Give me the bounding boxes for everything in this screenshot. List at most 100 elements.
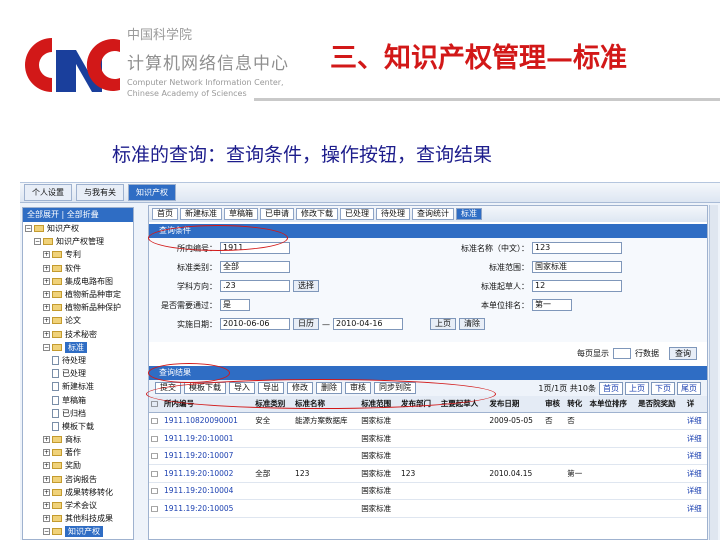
row-link[interactable]: 1911.19:20:10007 <box>161 447 254 465</box>
expand-plus-icon[interactable]: + <box>43 317 50 325</box>
toolbar-button[interactable]: 查询统计 <box>412 208 454 220</box>
pager-button[interactable]: 下页 <box>651 381 675 395</box>
tree-node[interactable]: 新建标准 <box>23 380 133 393</box>
tree-node[interactable]: + 专利 <box>23 248 133 261</box>
unit-rank-select[interactable]: 第一 <box>532 299 572 311</box>
rank-select[interactable]: 是 <box>220 299 250 311</box>
pager-button[interactable]: 上页 <box>625 381 649 395</box>
tree-node[interactable]: + 著作 <box>23 446 133 459</box>
tree-node-label: 著作 <box>65 448 81 458</box>
pager-button[interactable]: 首页 <box>599 381 623 395</box>
expand-plus-icon[interactable]: + <box>43 330 50 338</box>
row-checkbox[interactable]: □ <box>149 499 162 518</box>
tab-ip[interactable]: 知识产权 <box>128 184 176 201</box>
toolbar-button[interactable]: 修改下载 <box>296 208 338 220</box>
collapse-minus-icon[interactable]: − <box>43 343 50 351</box>
row-link[interactable]: 1911.10820090001 <box>161 412 254 430</box>
std-type-select[interactable]: 全部 <box>220 261 290 273</box>
expand-plus-icon[interactable]: + <box>43 436 50 444</box>
tree-node-label: 模板下载 <box>62 421 94 431</box>
clear-button[interactable]: 清除 <box>459 318 485 330</box>
query-go-button[interactable]: 查询 <box>669 346 697 360</box>
tree-node[interactable]: 待处理 <box>23 354 133 367</box>
row-checkbox[interactable]: □ <box>149 464 162 483</box>
impl-date-from[interactable]: 2010-06-06 <box>220 318 290 330</box>
tree-node[interactable]: 已归档 <box>23 407 133 420</box>
row-link[interactable]: 详细 <box>684 499 707 518</box>
toolbar-button[interactable]: 标准 <box>456 208 482 220</box>
tree-node[interactable]: + 咨询报告 <box>23 473 133 486</box>
tree-node[interactable]: + 论文 <box>23 314 133 327</box>
tree-node[interactable]: − 标准 <box>23 341 133 354</box>
tree-node[interactable]: + 商标 <box>23 433 133 446</box>
toolbar-button[interactable]: 新建标准 <box>180 208 222 220</box>
tree-node[interactable]: − 知识产权 <box>23 525 133 538</box>
toolbar-button[interactable]: 首页 <box>152 208 178 220</box>
expand-plus-icon[interactable]: + <box>43 515 50 523</box>
row-link[interactable]: 详细 <box>684 429 707 448</box>
tree-node[interactable]: − 知识产权 <box>23 222 133 235</box>
expand-plus-icon[interactable]: + <box>43 291 50 299</box>
row-link[interactable]: 1911.19:20:10001 <box>161 429 254 448</box>
std-scope-select[interactable]: 国家标准 <box>532 261 622 273</box>
tree-node[interactable]: + 奖励 <box>23 459 133 472</box>
expand-plus-icon[interactable]: + <box>43 277 50 285</box>
toolbar-button[interactable]: 草稿箱 <box>224 208 258 220</box>
toolbar-button[interactable]: 待处理 <box>376 208 410 220</box>
collapse-minus-icon[interactable]: − <box>34 238 41 246</box>
calendar-from-button[interactable]: 日历 <box>293 318 319 330</box>
tree-node[interactable]: − 知识产权管理 <box>23 235 133 248</box>
tab-personal-settings[interactable]: 个人设置 <box>24 184 72 201</box>
row-link[interactable]: 1911.19:20:10005 <box>161 499 254 518</box>
expand-plus-icon[interactable]: + <box>43 488 50 496</box>
row-link[interactable]: 详细 <box>684 464 707 483</box>
tree-node[interactable]: + 集成电路布图 <box>23 275 133 288</box>
row-link[interactable]: 1911.19:20:10004 <box>161 482 254 500</box>
row-checkbox[interactable]: □ <box>149 412 162 430</box>
tree-node[interactable]: 已处理 <box>23 367 133 380</box>
row-checkbox[interactable]: □ <box>149 447 162 465</box>
expand-plus-icon[interactable]: + <box>43 502 50 510</box>
tree-node[interactable]: 草稿箱 <box>23 393 133 406</box>
prev-query-button[interactable]: 上页 <box>430 318 456 330</box>
tree-node[interactable]: + 软件 <box>23 262 133 275</box>
expand-plus-icon[interactable]: + <box>43 449 50 457</box>
expand-plus-icon[interactable]: + <box>43 304 50 312</box>
vertical-scrollbar[interactable] <box>709 205 718 540</box>
row-link[interactable]: 1911.19:20:10002 <box>161 464 254 483</box>
row-link[interactable]: 详细 <box>684 447 707 465</box>
tree-node[interactable]: + 成果转移转化 <box>23 486 133 499</box>
tree-node[interactable]: + 技术秘密 <box>23 328 133 341</box>
discipline-input[interactable]: .23 <box>220 280 290 292</box>
tree-node[interactable]: + 植物新品种审定 <box>23 288 133 301</box>
expand-plus-icon[interactable]: + <box>43 475 50 483</box>
std-name-input[interactable]: 123 <box>532 242 622 254</box>
cnic-logo <box>25 38 120 92</box>
tree-node[interactable]: 模板下载 <box>23 420 133 433</box>
tab-related-to-me[interactable]: 与我有关 <box>76 184 124 201</box>
table-cell <box>565 499 588 518</box>
expand-plus-icon[interactable]: + <box>43 251 50 259</box>
collapse-minus-icon[interactable]: − <box>25 225 32 233</box>
row-link[interactable]: 详细 <box>684 412 707 430</box>
row-checkbox[interactable]: □ <box>149 429 162 448</box>
expand-plus-icon[interactable]: + <box>43 462 50 470</box>
row-link[interactable]: 详细 <box>684 482 707 500</box>
tree-node[interactable]: + 学术会议 <box>23 499 133 512</box>
tree-node-label: 奖励 <box>65 461 81 471</box>
drafter-input[interactable]: 12 <box>532 280 622 292</box>
pager-button[interactable]: 尾页 <box>677 381 701 395</box>
toolbar-button[interactable]: 已处理 <box>340 208 374 220</box>
row-checkbox[interactable]: □ <box>149 482 162 500</box>
tree-expand-collapse[interactable]: 全部展开 | 全部折叠 <box>23 208 133 222</box>
tree-node[interactable]: + 植物新品种保护 <box>23 301 133 314</box>
folder-icon <box>34 225 44 233</box>
impl-date-to[interactable]: 2010-04-16 <box>333 318 403 330</box>
tree-node[interactable]: + 其他科技成果 <box>23 512 133 525</box>
per-page-input[interactable] <box>613 347 631 359</box>
expand-plus-icon[interactable]: + <box>43 264 50 272</box>
collapse-minus-icon[interactable]: − <box>43 528 50 536</box>
discipline-select-button[interactable]: 选择 <box>293 280 319 292</box>
table-row: □ 1911.19:20:10007 国家标准 详细 <box>149 447 707 465</box>
toolbar-button[interactable]: 已申请 <box>260 208 294 220</box>
